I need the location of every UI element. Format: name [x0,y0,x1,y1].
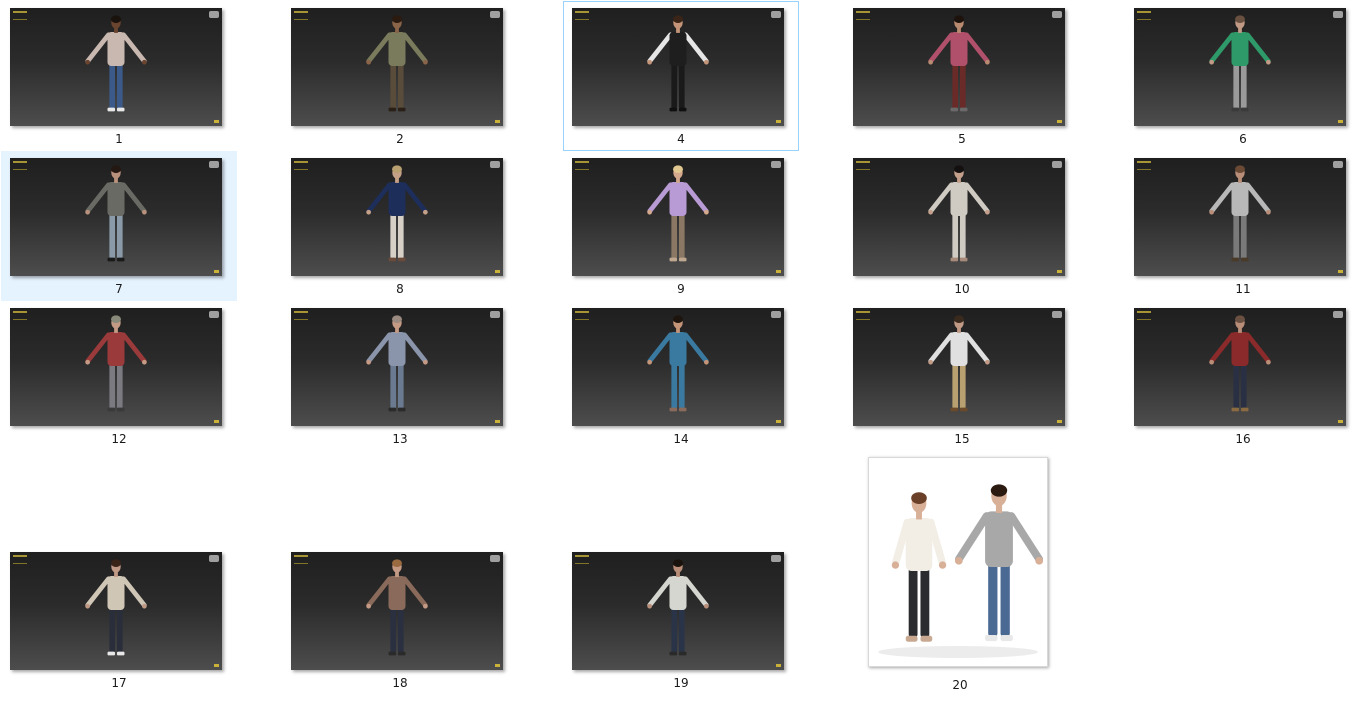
file-grid: 1 2 4 5 6 7 8 9 10 11 12 13 14 15 16 17 18 19 20 [0,0,1354,703]
file-name-label: 13 [392,432,408,446]
file-item-1[interactable]: 1 [1,1,237,151]
person-figure [366,165,428,262]
file-name-label: 4 [677,132,685,146]
thumbnail-image [572,158,784,276]
file-item-9[interactable]: 9 [563,151,799,301]
person-figure [366,315,428,412]
person-figure [85,559,147,656]
thumbnail-figure [878,484,1044,658]
thumbnail-figure [366,165,428,262]
thumbnail-image [291,158,503,276]
person-figure [1209,165,1271,262]
file-item-14[interactable]: 14 [563,301,799,451]
person-figure [85,165,147,262]
thumbnail-image [291,552,503,670]
thumbnail-figure [85,559,147,656]
file-item-10[interactable]: 10 [844,151,1080,301]
file-name-label: 15 [954,432,970,446]
thumbnail-figure [366,15,428,112]
person-figure [891,492,947,642]
file-name-label: 5 [958,132,966,146]
thumbnail-figure [366,315,428,412]
thumbnail-figure [647,165,709,262]
file-name-label: 14 [673,432,689,446]
person-figure [1209,15,1271,112]
file-name-label: 10 [954,282,970,296]
floor-shadow [878,646,1038,658]
file-item-20[interactable]: 20 [860,450,1060,698]
file-item-19[interactable]: 19 [563,545,799,695]
file-item-2[interactable]: 2 [282,1,518,151]
person-figure [954,484,1044,642]
thumbnail-image [572,8,784,126]
thumbnail-image [10,552,222,670]
file-name-label: 17 [111,676,127,690]
person-figure [647,559,709,656]
file-item-8[interactable]: 8 [282,151,518,301]
thumbnail-image [291,8,503,126]
file-item-5[interactable]: 5 [844,1,1080,151]
thumbnail-image [572,552,784,670]
thumbnail-image [1134,8,1346,126]
thumbnail-image [572,308,784,426]
person-figure [647,165,709,262]
file-name-label: 2 [396,132,404,146]
file-name-label: 19 [673,676,689,690]
file-name-label: 8 [396,282,404,296]
file-name-label: 18 [392,676,408,690]
thumbnail-image [853,8,1065,126]
thumbnail-figure [85,165,147,262]
thumbnail-figure [1209,15,1271,112]
thumbnail-figure [1209,315,1271,412]
person-figure [1209,315,1271,412]
person-figure [85,15,147,112]
thumbnail-figure [647,315,709,412]
thumbnail-figure [647,559,709,656]
file-item-6[interactable]: 6 [1125,1,1354,151]
thumbnail-figure [1209,165,1271,262]
file-item-13[interactable]: 13 [282,301,518,451]
file-item-7[interactable]: 7 [1,151,237,301]
thumbnail-image [10,158,222,276]
file-name-label: 7 [115,282,123,296]
file-item-11[interactable]: 11 [1125,151,1354,301]
file-item-4[interactable]: 4 [563,1,799,151]
thumbnail-figure [85,15,147,112]
file-name-label: 6 [1239,132,1247,146]
file-item-18[interactable]: 18 [282,545,518,695]
person-figure [366,15,428,112]
file-item-16[interactable]: 16 [1125,301,1354,451]
thumbnail-figure [647,15,709,112]
thumbnail-image [10,8,222,126]
thumbnail-figure [928,165,990,262]
thumbnail-image [853,308,1065,426]
file-name-label: 9 [677,282,685,296]
thumbnail-image [853,158,1065,276]
person-figure [647,15,709,112]
thumbnail-image [10,308,222,426]
thumbnail-figure [366,559,428,656]
thumbnail-figure [85,315,147,412]
person-figure [928,315,990,412]
thumbnail-figure [928,15,990,112]
person-figure [928,15,990,112]
thumbnail-image [291,308,503,426]
person-figure [647,315,709,412]
file-name-label: 16 [1235,432,1251,446]
file-name-label: 20 [952,678,968,692]
thumbnail-image [1134,158,1346,276]
thumbnail-image [1134,308,1346,426]
file-item-17[interactable]: 17 [1,545,237,695]
file-name-label: 12 [111,432,127,446]
file-name-label: 11 [1235,282,1251,296]
person-figure [366,559,428,656]
thumbnail-figure [928,315,990,412]
person-figure [928,165,990,262]
thumbnail-image [868,457,1048,667]
file-item-15[interactable]: 15 [844,301,1080,451]
file-name-label: 1 [115,132,123,146]
file-item-12[interactable]: 12 [1,301,237,451]
person-figure [85,315,147,412]
